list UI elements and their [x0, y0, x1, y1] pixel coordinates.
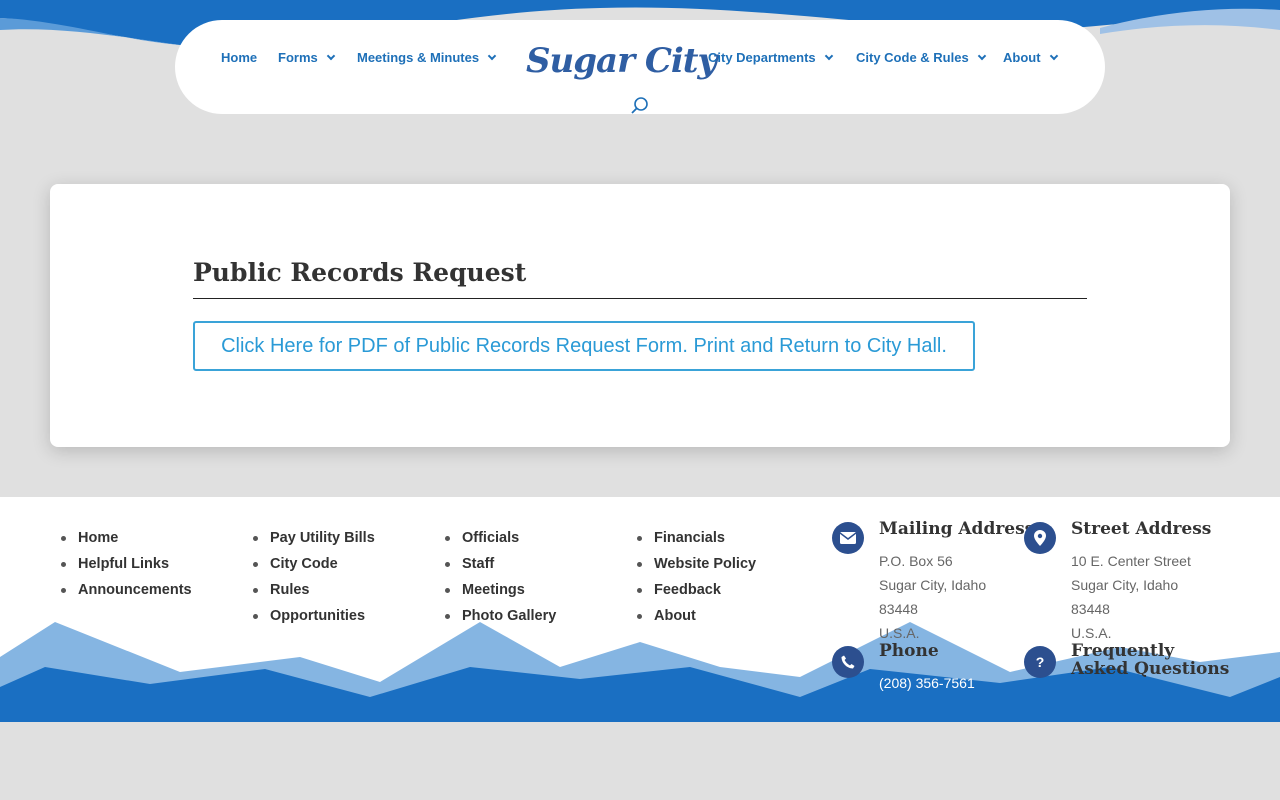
search-icon[interactable] [630, 96, 650, 116]
faq-title[interactable]: Frequently Asked Questions [1071, 642, 1229, 678]
street-line-3: 83448 [1071, 601, 1110, 617]
footer-links-col-4: Financials Website Policy Feedback About [637, 525, 756, 629]
footer-links-col-1: Home Helpful Links Announcements [61, 525, 192, 603]
mailing-address-lines: P.O. Box 56 Sugar City, Idaho 83448 U.S.… [879, 549, 986, 645]
chevron-down-icon [487, 51, 497, 60]
footer-link-announcements[interactable]: Announcements [61, 577, 192, 603]
site-logo[interactable]: Sugar City [520, 28, 717, 94]
footer-links-col-3: Officials Staff Meetings Photo Gallery [445, 525, 556, 629]
footer-link-city-code[interactable]: City Code [253, 551, 375, 577]
phone-title: Phone [879, 641, 939, 661]
footer-link-feedback[interactable]: Feedback [637, 577, 756, 603]
street-address-title: Street Address [1071, 519, 1212, 539]
nav-departments-label: City Departments [708, 50, 816, 65]
phone-icon [832, 646, 864, 678]
footer-link-meetings[interactable]: Meetings [445, 577, 556, 603]
nav-forms-label: Forms [278, 50, 318, 65]
chevron-down-icon [1049, 51, 1058, 60]
nav-about-label: About [1003, 50, 1041, 65]
logo-text: Sugar City [526, 41, 717, 81]
nav-meetings-minutes[interactable]: Meetings & Minutes [357, 50, 497, 65]
faq-title-line-1: Frequently [1071, 641, 1175, 661]
footer-link-home[interactable]: Home [61, 525, 192, 551]
mailing-line-2: Sugar City, Idaho [879, 577, 987, 593]
mailing-address-title: Mailing Address [879, 519, 1035, 539]
content-card: Public Records Request Click Here for PD… [50, 184, 1230, 447]
mailing-line-1: P.O. Box 56 [879, 553, 953, 569]
footer-link-officials[interactable]: Officials [445, 525, 556, 551]
site-header: Home Forms Meetings & Minutes Sugar City… [175, 20, 1105, 114]
chevron-down-icon [824, 51, 833, 60]
nav-home[interactable]: Home [221, 50, 257, 65]
footer-link-staff[interactable]: Staff [445, 551, 556, 577]
faq-title-line-2: Asked Questions [1071, 659, 1230, 679]
envelope-icon [832, 522, 864, 554]
footer-link-helpful-links[interactable]: Helpful Links [61, 551, 192, 577]
chevron-down-icon [326, 51, 335, 60]
nav-forms[interactable]: Forms [278, 50, 335, 65]
street-address-lines: 10 E. Center Street Sugar City, Idaho 83… [1071, 549, 1191, 645]
footer-link-financials[interactable]: Financials [637, 525, 756, 551]
phone-number-link[interactable]: (208) 356-7561 [879, 671, 975, 695]
street-line-1: 10 E. Center Street [1071, 553, 1191, 569]
page-bottom-area [0, 722, 1280, 800]
nav-code-rules-label: City Code & Rules [856, 50, 969, 65]
footer-link-opportunities[interactable]: Opportunities [253, 603, 375, 629]
question-icon: ? [1024, 646, 1056, 678]
page-title: Public Records Request [193, 258, 527, 287]
footer-link-pay-utility-bills[interactable]: Pay Utility Bills [253, 525, 375, 551]
footer-link-rules[interactable]: Rules [253, 577, 375, 603]
site-footer: Home Helpful Links Announcements Pay Uti… [0, 497, 1280, 722]
nav-home-label: Home [221, 50, 258, 65]
chevron-down-icon [977, 51, 986, 60]
title-divider [193, 298, 1087, 299]
footer-link-photo-gallery[interactable]: Photo Gallery [445, 603, 556, 629]
footer-links-col-2: Pay Utility Bills City Code Rules Opport… [253, 525, 375, 629]
nav-city-code-rules[interactable]: City Code & Rules [856, 50, 986, 65]
map-pin-icon [1024, 522, 1056, 554]
footer-link-about[interactable]: About [637, 603, 756, 629]
mailing-line-3: 83448 [879, 601, 918, 617]
footer-link-website-policy[interactable]: Website Policy [637, 551, 756, 577]
nav-meetings-label: Meetings & Minutes [357, 50, 480, 65]
nav-city-departments[interactable]: City Departments [708, 50, 833, 65]
street-line-2: Sugar City, Idaho [1071, 577, 1179, 593]
pdf-form-button[interactable]: Click Here for PDF of Public Records Req… [193, 321, 975, 371]
nav-about[interactable]: About [1003, 50, 1058, 65]
